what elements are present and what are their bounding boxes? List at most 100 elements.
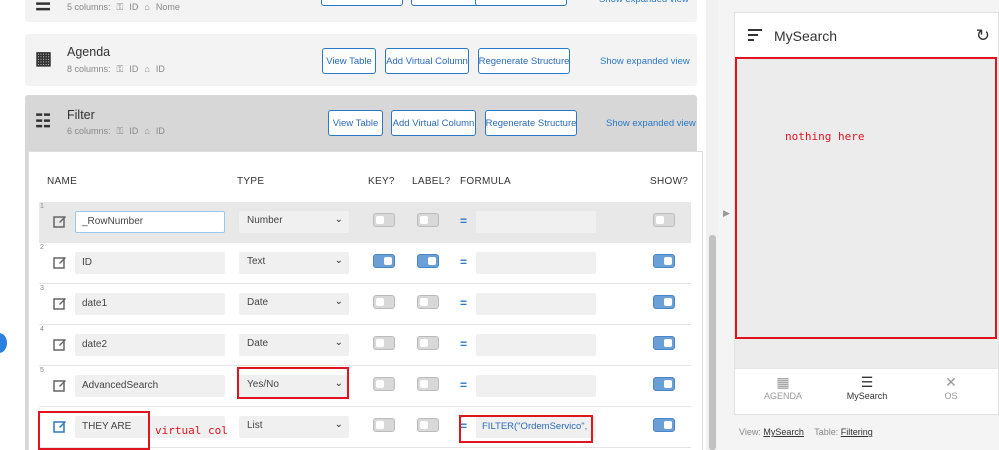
show-toggle[interactable] [653, 418, 675, 432]
label-toggle[interactable] [417, 336, 439, 350]
column-name-field[interactable]: ID [75, 252, 225, 274]
table-row[interactable]: 3 date1 Date ⌄ = [39, 284, 691, 325]
table-row[interactable]: 4 date2 Date ⌄ = [39, 325, 691, 366]
edit-icon[interactable] [53, 255, 67, 269]
header-formula: FORMULA [460, 176, 511, 187]
menu-icon[interactable] [748, 29, 762, 41]
app-preview-pane: ▶ MySearch ↻ ▦ AGENDA ☰ MySearch ✕ OS no… [718, 0, 999, 450]
key-toggle[interactable] [373, 336, 395, 350]
key-toggle[interactable] [373, 254, 395, 268]
edit-icon[interactable] [53, 296, 67, 310]
annotation-box-formula [459, 415, 593, 443]
column-name-field[interactable]: AdvancedSearch [75, 375, 225, 397]
annotation-nothing-here: nothing here [785, 130, 865, 143]
table-subtitle: 5 columns: ⚿ ID ⌂ Nome [67, 2, 180, 12]
collapse-arrow-icon[interactable]: ▶ [723, 208, 730, 219]
header-label: LABEL? [412, 176, 451, 187]
label-toggle[interactable] [417, 295, 439, 309]
help-bubble[interactable] [0, 333, 7, 353]
show-expanded-view-link[interactable]: Show expanded view [606, 118, 696, 129]
column-name-field[interactable]: date2 [75, 334, 225, 356]
formula-field[interactable] [476, 375, 596, 397]
edit-icon[interactable] [53, 337, 67, 351]
app-header: MySearch ↻ [735, 13, 998, 57]
nav-item-agenda[interactable]: ▦ AGENDA [753, 374, 813, 401]
key-icon: ⚿ [116, 64, 124, 74]
row-number: 5 [40, 367, 44, 374]
scrollbar-thumb[interactable] [709, 235, 716, 450]
chevron-down-icon: ⌄ [334, 296, 343, 307]
view-table-button[interactable]: View Table [321, 0, 403, 6]
show-toggle[interactable] [653, 295, 675, 309]
formula-field[interactable] [476, 211, 596, 233]
key-toggle[interactable] [373, 377, 395, 391]
label-toggle[interactable] [417, 254, 439, 268]
key-icon: ⚿ [116, 2, 124, 12]
list-icon: ☰ [35, 0, 52, 14]
key-toggle[interactable] [373, 418, 395, 432]
table-card-1[interactable]: ☰ 5 columns:⚿ID⌂Nome View Table Add Virt… [25, 0, 697, 22]
chevron-down-icon: ⌄ [334, 255, 343, 266]
label-toggle[interactable] [417, 213, 439, 227]
key-toggle[interactable] [373, 295, 395, 309]
view-link[interactable]: MySearch [763, 427, 804, 437]
regenerate-structure-button[interactable]: Regenerate Structure [478, 48, 570, 74]
table-row[interactable]: 5 AdvancedSearch Yes/No ⌄ = [39, 366, 691, 407]
nav-item-os[interactable]: ✕ OS [921, 374, 981, 401]
formula-field[interactable] [476, 293, 596, 315]
formula-equals-icon: = [460, 296, 468, 310]
header-type: TYPE [237, 176, 265, 187]
annotation-virtual-col: virtual col [155, 424, 228, 437]
formula-field[interactable] [476, 252, 596, 274]
table-link[interactable]: Filtering [841, 427, 873, 437]
app-title: MySearch [774, 28, 838, 44]
label-toggle[interactable] [417, 377, 439, 391]
row-number: 4 [40, 326, 44, 333]
column-name-field[interactable]: _RowNumber [75, 211, 225, 233]
nav-item-mysearch[interactable]: ☰ MySearch [837, 374, 897, 401]
show-toggle[interactable] [653, 213, 675, 227]
table-row[interactable]: 2 ID Text ⌄ = [39, 243, 691, 284]
table-editor: ☰ 5 columns:⚿ID⌂Nome View Table Add Virt… [0, 0, 712, 450]
calendar-icon: ▦ [35, 48, 53, 68]
column-name-field[interactable]: date1 [75, 293, 225, 315]
add-virtual-column-button[interactable]: Add Virtual Column [385, 48, 469, 74]
formula-equals-icon: = [460, 214, 468, 228]
tools-icon: ✕ [945, 374, 957, 390]
formula-field[interactable] [476, 334, 596, 356]
refresh-icon[interactable]: ↻ [976, 26, 990, 46]
show-toggle[interactable] [653, 377, 675, 391]
column-type-select[interactable]: Date ⌄ [239, 334, 349, 356]
table-card-agenda[interactable]: ▦ Agenda 8 columns: ⚿ ID ⌂ ID View Table Add… [25, 34, 697, 86]
show-expanded-view-link[interactable]: Show expanded view [600, 56, 690, 67]
preview-footer: View: MySearch Table: Filtering [739, 427, 873, 437]
calendar-icon: ▦ [776, 374, 790, 390]
column-type-select[interactable]: Date ⌄ [239, 293, 349, 315]
chevron-down-icon: ⌄ [334, 419, 343, 430]
show-expanded-view-link[interactable]: Show expanded view [599, 0, 689, 5]
column-type-select[interactable]: Number ⌄ [239, 211, 349, 233]
key-icon: ⚿ [116, 126, 124, 136]
header-name: NAME [47, 176, 78, 187]
table-name: Filter [67, 108, 95, 122]
key-toggle[interactable] [373, 213, 395, 227]
edit-icon[interactable] [53, 378, 67, 392]
formula-equals-icon: = [460, 255, 468, 269]
show-toggle[interactable] [653, 254, 675, 268]
edit-icon[interactable] [53, 214, 67, 228]
bottom-nav: ▦ AGENDA ☰ MySearch ✕ OS [735, 368, 998, 414]
view-table-button[interactable]: View Table [322, 48, 376, 74]
row-number: 3 [40, 285, 44, 292]
formula-equals-icon: = [460, 378, 468, 392]
regenerate-structure-button[interactable]: Regenerate Structure [485, 110, 577, 136]
add-virtual-column-button[interactable]: Add Virtual Column [391, 110, 476, 136]
row-number: 2 [40, 244, 44, 251]
column-type-select[interactable]: Text ⌄ [239, 252, 349, 274]
column-type-select[interactable]: List ⌄ [239, 416, 349, 438]
label-toggle[interactable] [417, 418, 439, 432]
view-table-button[interactable]: View Table [328, 110, 383, 136]
table-row[interactable]: 1 _RowNumber Number ⌄ = [39, 202, 691, 243]
show-toggle[interactable] [653, 336, 675, 350]
annotation-box-name [38, 411, 150, 450]
regenerate-structure-button[interactable]: Regenerate Structure [475, 0, 567, 6]
